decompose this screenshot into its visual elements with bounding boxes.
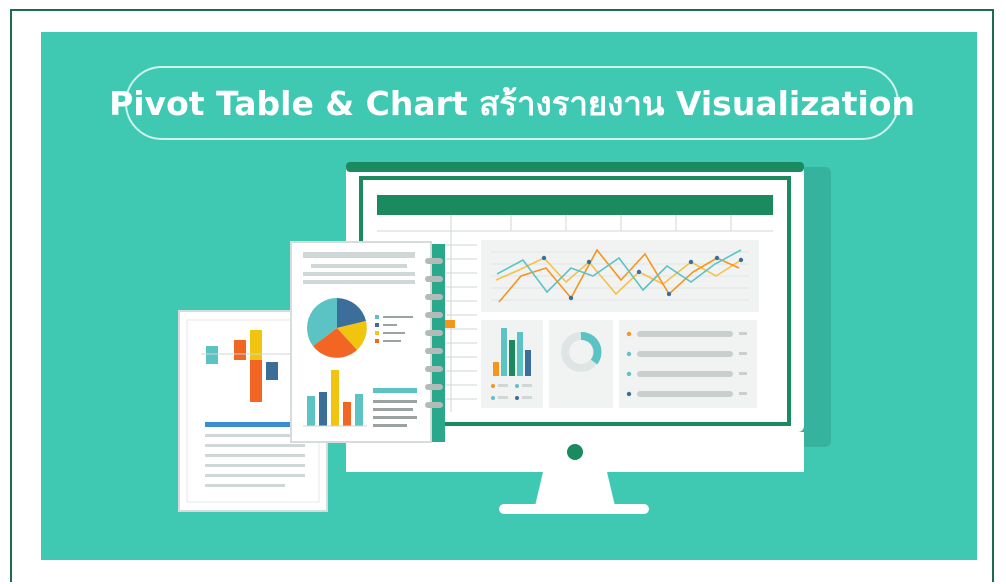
clipboard-rings [425, 258, 443, 408]
pie-chart-clipboard-icon [290, 241, 445, 443]
sheet-header-bar [377, 195, 773, 215]
illustration [178, 162, 831, 514]
clipboard-pie-chart [307, 298, 367, 358]
monitor-stand-base [499, 504, 649, 514]
monitor-power-dot [567, 444, 583, 460]
monitor-stand-neck [535, 472, 615, 506]
banner: Pivot Table & Chart สร้างรายงาน Visualiz… [41, 32, 977, 560]
monitor-top-bar [346, 162, 804, 172]
